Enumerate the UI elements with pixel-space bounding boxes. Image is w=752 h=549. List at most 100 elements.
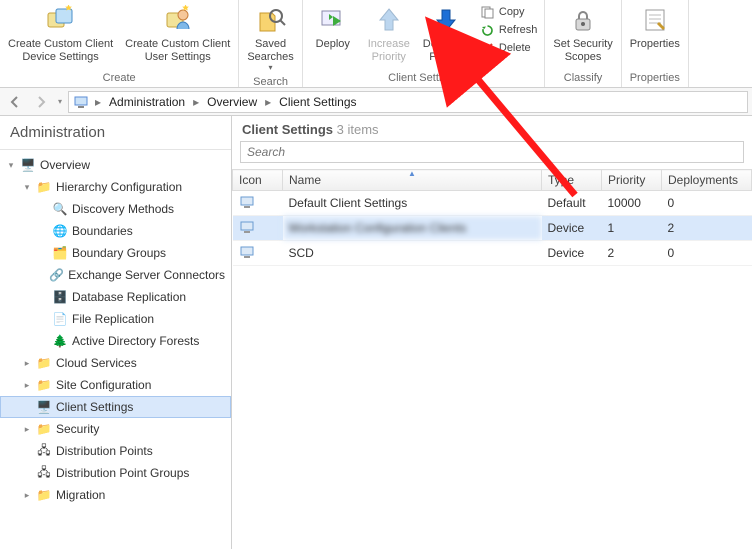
server-icon: 🖧 [36,443,52,459]
copy-icon [481,5,495,19]
ribbon-group-properties: Properties Properties [622,0,689,87]
nav-back-button[interactable] [4,92,26,112]
user-settings-icon [162,4,194,36]
delete-label: Delete [499,42,531,54]
ribbon-group-create-label: Create [4,70,234,87]
ribbon-group-classify-label: Classify [549,70,616,87]
tree-overview[interactable]: ▾🖥️Overview [0,154,231,176]
nav-forward-button[interactable] [30,92,52,112]
sidebar: Administration ▾🖥️Overview ▾📁Hierarchy C… [0,116,232,549]
refresh-label: Refresh [499,24,538,36]
copy-button[interactable]: Copy [478,4,541,20]
content-title: Client Settings 3 items [232,116,752,141]
tree-dist-point-groups[interactable]: •🖧Distribution Point Groups [0,462,231,484]
col-priority[interactable]: Priority [602,170,662,191]
main-area: Administration ▾🖥️Overview ▾📁Hierarchy C… [0,116,752,549]
expand-icon[interactable]: ▾ [6,160,16,170]
chevron-right-icon: ▸ [263,95,273,109]
breadcrumb-item[interactable]: Overview [201,93,263,111]
chevron-right-icon: ▸ [191,95,201,109]
expand-icon[interactable]: ▸ [22,490,32,500]
expand-icon[interactable]: ▸ [22,358,32,368]
boundary-group-icon: 🗂️ [52,245,68,261]
properties-icon [639,4,671,36]
col-icon[interactable]: Icon [233,170,283,191]
monitor-icon: 🖥️ [20,157,36,173]
saved-searches-button[interactable]: SavedSearches ▾ [243,2,297,74]
tree-migration[interactable]: ▸📁Migration [0,484,231,506]
cell-priority: 1 [602,216,662,241]
cell-type: Default [542,191,602,216]
sidebar-title: Administration [0,116,231,150]
tree-discovery-methods[interactable]: •🔍Discovery Methods [0,198,231,220]
delete-button[interactable]: Delete [478,40,541,56]
content-item-count: 3 items [337,122,379,137]
nav-tree: ▾🖥️Overview ▾📁Hierarchy Configuration •🔍… [0,150,231,549]
database-icon: 🗄️ [52,289,68,305]
col-type[interactable]: Type [542,170,602,191]
dropdown-arrow-icon: ▾ [269,63,273,72]
tree-hierarchy-config[interactable]: ▾📁Hierarchy Configuration [0,176,231,198]
arrow-up-icon [373,4,405,36]
forest-icon: 🌲 [52,333,68,349]
tree-db-replication[interactable]: •🗄️Database Replication [0,286,231,308]
col-name[interactable]: ▲Name [283,170,542,191]
table-row[interactable]: SCDDevice20 [233,241,752,266]
table-row[interactable]: Default Client SettingsDefault100000 [233,191,752,216]
tree-boundary-groups[interactable]: •🗂️Boundary Groups [0,242,231,264]
search-input[interactable] [240,141,744,163]
nav-history-dropdown[interactable]: ▾ [56,97,64,106]
create-device-settings-button[interactable]: Create Custom ClientDevice Settings [4,2,117,65]
refresh-icon [481,23,495,37]
expand-icon[interactable]: ▸ [22,380,32,390]
cell-name: SCD [283,241,542,266]
tree-ad-forests[interactable]: •🌲Active Directory Forests [0,330,231,352]
create-user-settings-label: Create Custom ClientUser Settings [125,38,230,63]
increase-priority-button: IncreasePriority [363,2,415,65]
lock-icon [567,4,599,36]
cell-name: Default Client Settings [283,191,542,216]
deploy-label: Deploy [316,38,350,51]
client-settings-row-icon [239,219,257,235]
ribbon-group-search-label: Search [243,74,297,91]
folder-icon: 📁 [36,355,52,371]
cell-type: Device [542,241,602,266]
boundary-icon: 🌐 [52,223,68,239]
tree-site-config[interactable]: ▸📁Site Configuration [0,374,231,396]
create-device-settings-label: Create Custom ClientDevice Settings [8,38,113,63]
ribbon-group-client-settings-label: Client Settings [307,70,541,87]
decrease-priority-label: DecreasePriority [423,38,470,63]
properties-button[interactable]: Properties [626,2,684,53]
chevron-right-icon: ▸ [93,95,103,109]
ribbon: Create Custom ClientDevice Settings Crea… [0,0,752,88]
breadcrumb-bar: ▾ ▸ Administration ▸ Overview ▸ Client S… [0,88,752,116]
breadcrumb-item[interactable]: Client Settings [273,93,362,111]
tree-security[interactable]: ▸📁Security [0,418,231,440]
ribbon-group-properties-label: Properties [626,70,684,87]
tree-file-replication[interactable]: •📄File Replication [0,308,231,330]
refresh-button[interactable]: Refresh [478,22,541,38]
set-security-scopes-label: Set SecurityScopes [553,38,612,63]
tree-cloud-services[interactable]: ▸📁Cloud Services [0,352,231,374]
breadcrumb-item[interactable]: Administration [103,93,191,111]
expand-icon[interactable]: ▾ [22,182,32,192]
tree-boundaries[interactable]: •🌐Boundaries [0,220,231,242]
col-deployments[interactable]: Deployments [662,170,752,191]
tree-dist-points[interactable]: •🖧Distribution Points [0,440,231,462]
create-user-settings-button[interactable]: Create Custom ClientUser Settings [121,2,234,65]
set-security-scopes-button[interactable]: Set SecurityScopes [549,2,616,65]
deploy-button[interactable]: Deploy [307,2,359,53]
results-grid: Icon ▲Name Type Priority Deployments Def… [232,169,752,549]
tree-client-settings[interactable]: •🖥️Client Settings [0,396,231,418]
content-title-text: Client Settings [242,122,333,137]
client-settings-row-icon [239,194,257,210]
decrease-priority-button[interactable]: DecreasePriority [419,2,474,65]
expand-icon[interactable]: ▸ [22,424,32,434]
discovery-icon: 🔍 [52,201,68,217]
sort-asc-icon: ▲ [408,169,416,178]
ribbon-group-search: SavedSearches ▾ Search [239,0,302,87]
table-row[interactable]: Workstation Configuration ClientsDevice1… [233,216,752,241]
device-settings-icon [45,4,77,36]
tree-exchange-connectors[interactable]: •🔗Exchange Server Connectors [0,264,231,286]
saved-searches-label: SavedSearches [247,38,293,63]
